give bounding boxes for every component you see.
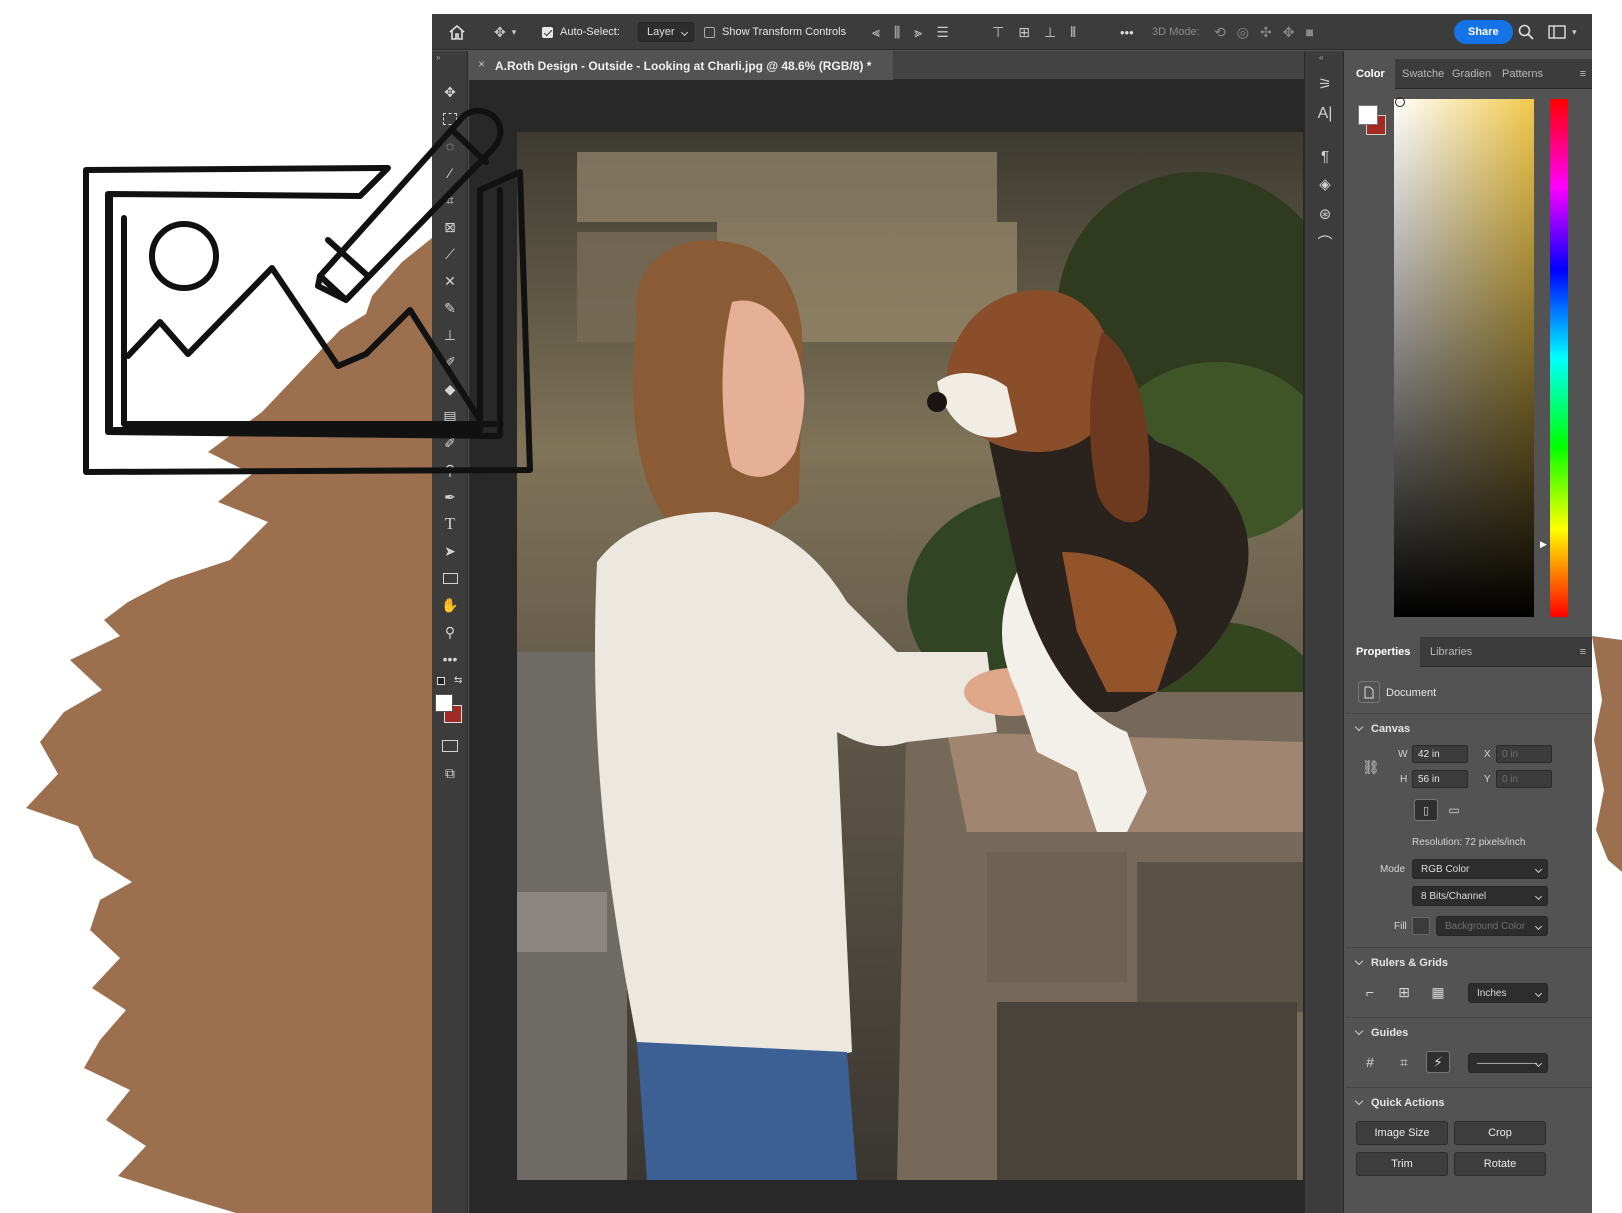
pencil-band-icon bbox=[449, 127, 489, 165]
screenshot-stage: ✥ ▾ Auto-Select: Layer Show Transform Co… bbox=[0, 0, 1622, 1213]
sun-icon bbox=[149, 221, 219, 291]
image-edit-doodle bbox=[83, 107, 533, 475]
pencil-icon bbox=[317, 107, 504, 303]
pencil-tip-icon bbox=[315, 273, 349, 303]
